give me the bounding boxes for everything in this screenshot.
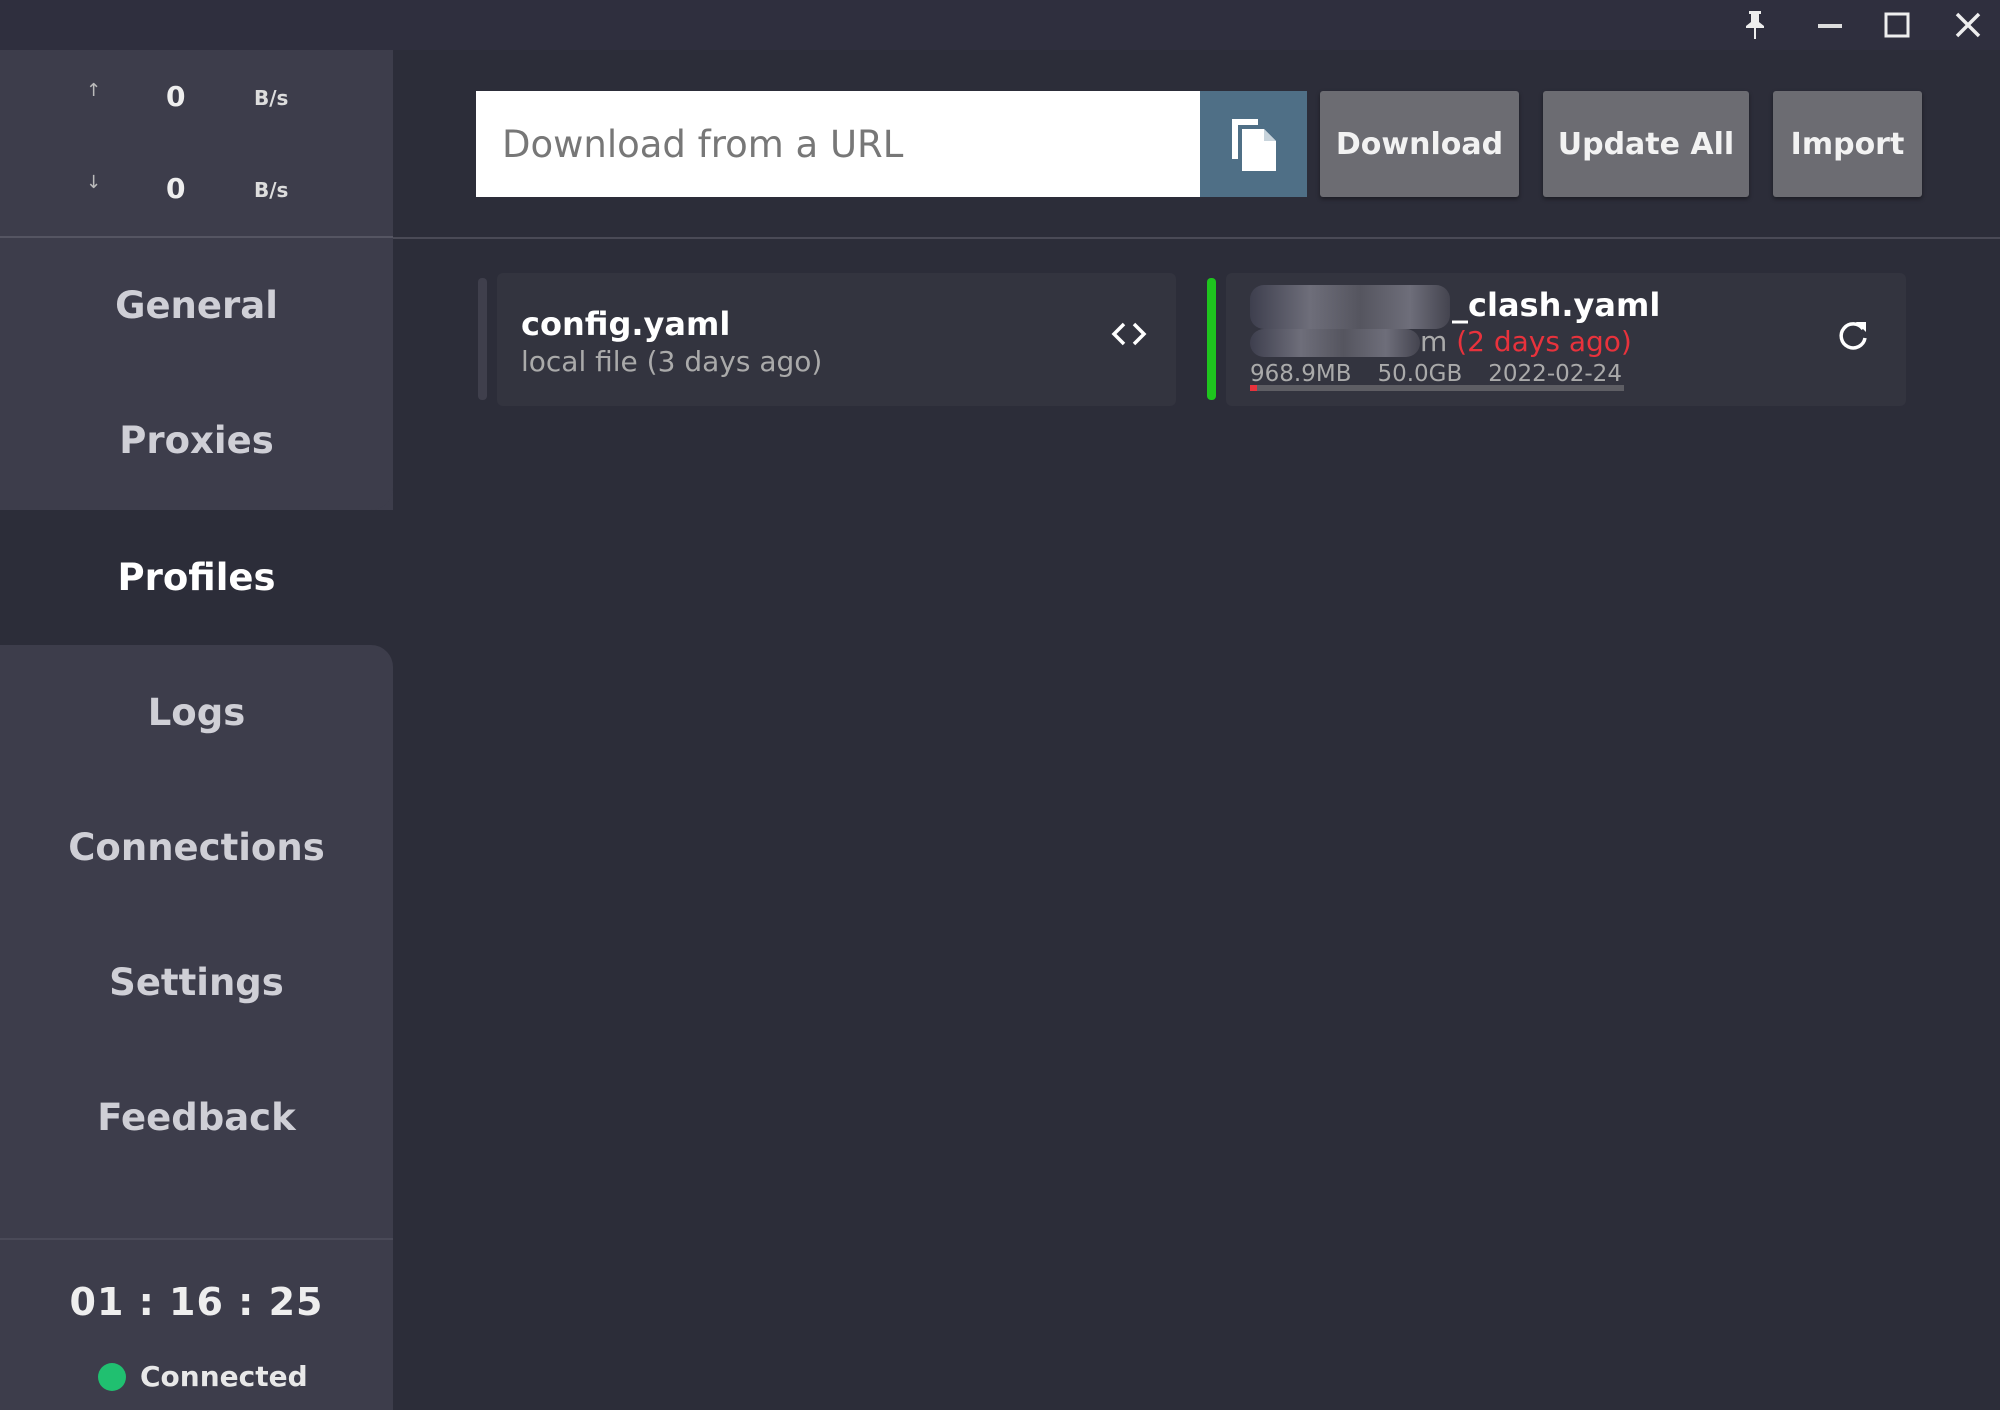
download-button[interactable]: Download	[1320, 91, 1519, 197]
close-icon[interactable]	[1948, 6, 1988, 44]
status-label: Connected	[140, 1360, 308, 1393]
upload-value: 0	[166, 80, 186, 113]
sidebar-item-profiles[interactable]: Profiles	[0, 510, 393, 645]
sidebar-item-feedback[interactable]: Feedback	[0, 1050, 393, 1185]
upload-unit: B/s	[254, 86, 289, 110]
upload-icon: ↑	[86, 80, 102, 101]
sidebar-item-logs[interactable]: Logs	[0, 645, 393, 780]
sidebar: ↑ 0 B/s ↓ 0 B/s General Proxies Profiles…	[0, 50, 393, 1410]
profile-source: m	[1420, 325, 1448, 358]
pin-icon[interactable]	[1735, 6, 1775, 44]
profile-card-selected[interactable]: _clash.yaml m (2 days ago) 968.9MB 50.0G…	[1226, 273, 1906, 406]
profile-name: config.yaml	[521, 305, 731, 343]
download-unit: B/s	[254, 178, 289, 202]
import-button[interactable]: Import	[1773, 91, 1922, 197]
paste-icon	[1231, 119, 1276, 171]
usage-bar	[1250, 385, 1624, 391]
sidebar-item-proxies[interactable]: Proxies	[0, 373, 393, 508]
sidebar-item-general[interactable]: General	[0, 238, 393, 373]
refresh-icon[interactable]	[1836, 319, 1870, 357]
traffic-total: 50.0GB	[1377, 361, 1463, 387]
redacted-block	[1250, 329, 1420, 357]
profile-name: _clash.yaml	[1452, 286, 1661, 324]
profile-card[interactable]: config.yaml local file (3 days ago)	[497, 273, 1176, 406]
profile-indicator-selected	[1207, 278, 1216, 400]
minimize-icon[interactable]	[1810, 6, 1850, 44]
traffic-used: 968.9MB	[1250, 361, 1352, 387]
download-icon: ↓	[86, 172, 102, 193]
profile-updated: (2 days ago)	[1456, 325, 1632, 358]
sidebar-item-connections[interactable]: Connections	[0, 780, 393, 915]
traffic-speed: ↑ 0 B/s ↓ 0 B/s	[0, 50, 393, 238]
usage-bar-fill	[1250, 385, 1258, 391]
divider	[393, 237, 2000, 239]
status-dot-icon	[98, 1362, 126, 1391]
url-input[interactable]	[476, 91, 1200, 197]
redacted-block	[1250, 285, 1450, 329]
download-value: 0	[166, 172, 186, 205]
title-bar	[0, 0, 2000, 50]
connection-status: Connected	[98, 1360, 308, 1393]
update-all-button[interactable]: Update All	[1543, 91, 1749, 197]
maximize-icon[interactable]	[1877, 6, 1917, 44]
code-icon[interactable]	[1110, 319, 1148, 353]
expire-date: 2022-02-24	[1488, 361, 1622, 387]
sidebar-item-settings[interactable]: Settings	[0, 915, 393, 1050]
profile-indicator	[478, 278, 487, 400]
profile-subtitle: local file (3 days ago)	[521, 345, 823, 378]
uptime-timer: 01 : 16 : 25	[69, 1280, 324, 1324]
paste-button[interactable]	[1200, 91, 1307, 197]
